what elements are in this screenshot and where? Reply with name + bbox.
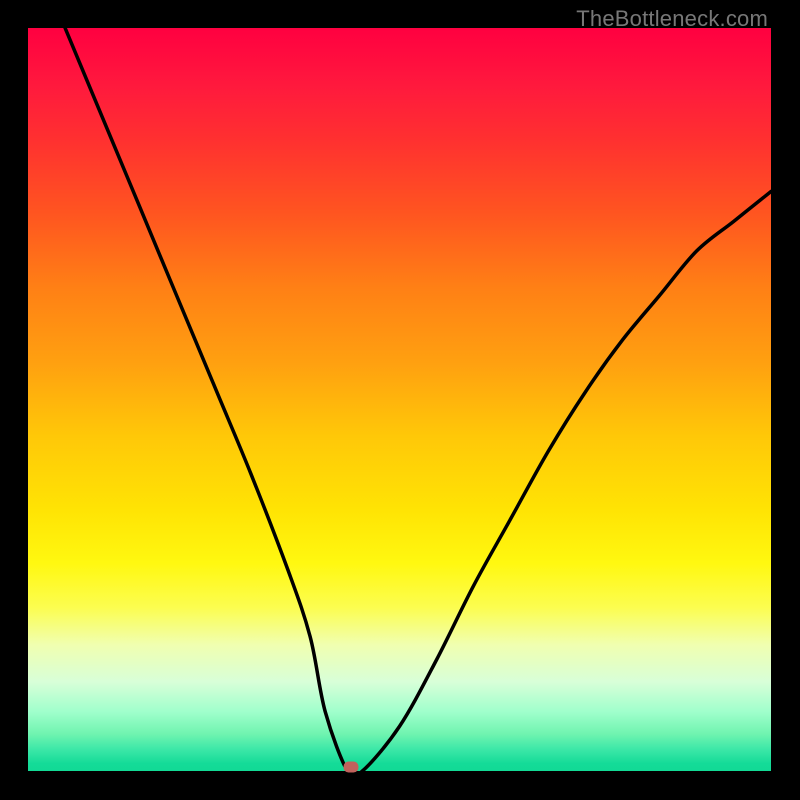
valley-marker — [344, 762, 359, 773]
chart-curve — [28, 28, 771, 771]
watermark-text: TheBottleneck.com — [576, 6, 768, 32]
